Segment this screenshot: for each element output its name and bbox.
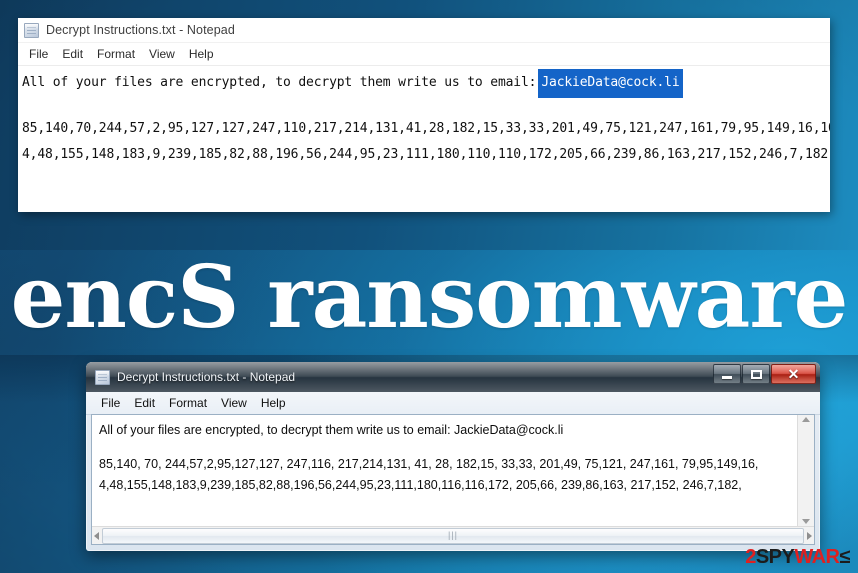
menu-item-help[interactable]: Help	[182, 45, 221, 63]
scroll-down-icon[interactable]	[802, 519, 810, 524]
notepad-icon	[24, 22, 39, 38]
top-notepad-title: Decrypt Instructions.txt - Notepad	[46, 23, 235, 37]
menu-item-help[interactable]: Help	[254, 394, 293, 412]
bottom-notepad-textarea[interactable]: All of your files are encrypted, to decr…	[92, 415, 797, 526]
vertical-scrollbar[interactable]	[797, 415, 814, 526]
contact-email-selected[interactable]: JackieData@cock.li	[538, 68, 683, 98]
page-title: encS ransomware	[10, 247, 849, 348]
close-button[interactable]: ✕	[771, 364, 816, 384]
scroll-left-icon[interactable]	[94, 531, 99, 540]
menu-item-format[interactable]: Format	[90, 45, 142, 63]
watermark-part-2: 2	[745, 546, 756, 568]
menu-item-view[interactable]: View	[214, 394, 254, 412]
notepad-icon	[95, 369, 110, 385]
menu-item-edit[interactable]: Edit	[127, 394, 162, 412]
bottom-notepad-titlebar[interactable]: Decrypt Instructions.txt - Notepad ✕	[86, 362, 820, 392]
bottom-document-area: All of your files are encrypted, to decr…	[92, 415, 814, 526]
minimize-icon	[722, 375, 732, 379]
menu-item-edit[interactable]: Edit	[55, 45, 90, 63]
window-controls[interactable]: ✕	[712, 363, 816, 385]
scroll-right-icon[interactable]	[807, 531, 812, 540]
horizontal-scrollbar[interactable]: |||	[92, 526, 814, 544]
maximize-button[interactable]	[742, 364, 770, 384]
bottom-notepad-client: All of your files are encrypted, to decr…	[91, 414, 815, 545]
ransom-message-line: All of your files are encrypted, to decr…	[99, 423, 564, 437]
scroll-up-icon[interactable]	[802, 417, 810, 422]
top-notepad-menubar[interactable]: File Edit Format View Help	[18, 43, 830, 66]
ransom-message-text: All of your files are encrypted, to decr…	[22, 75, 537, 90]
key-data-line-1: 85,140, 70, 244,57,2,95,127,127, 247,116…	[99, 457, 759, 471]
menu-item-view[interactable]: View	[142, 45, 182, 63]
key-data-line-1: 85,140,70,244,57,2,95,127,127,247,110,21…	[22, 121, 830, 136]
top-notepad-window[interactable]: Decrypt Instructions.txt - Notepad File …	[18, 18, 830, 212]
ransom-message-line: All of your files are encrypted, to decr…	[22, 68, 830, 98]
watermark-part-e: ≤	[839, 546, 851, 568]
key-data-line-2: 4,48,155,148,183,9,239,185,82,88,196,56,…	[99, 478, 742, 492]
bottom-notepad-window[interactable]: Decrypt Instructions.txt - Notepad ✕ Fil…	[86, 362, 820, 551]
key-data-line-2: 4,48,155,148,183,9,239,185,82,88,196,56,…	[22, 147, 830, 162]
menu-item-file[interactable]: File	[22, 45, 55, 63]
watermark-part-war: WAR	[794, 546, 840, 568]
top-notepad-titlebar[interactable]: Decrypt Instructions.txt - Notepad	[18, 18, 830, 43]
site-watermark: 2SPYWAR≤	[745, 547, 850, 567]
menu-item-format[interactable]: Format	[162, 394, 214, 412]
minimize-button[interactable]	[713, 364, 741, 384]
maximize-icon	[750, 369, 762, 379]
bottom-notepad-menubar[interactable]: File Edit Format View Help	[86, 392, 820, 415]
menu-item-file[interactable]: File	[94, 394, 127, 412]
bottom-notepad-title: Decrypt Instructions.txt - Notepad	[117, 370, 296, 384]
top-notepad-textarea[interactable]: All of your files are encrypted, to decr…	[18, 66, 830, 212]
horizontal-scroll-thumb[interactable]: |||	[102, 527, 804, 544]
scroll-grip-icon: |||	[447, 530, 458, 540]
close-icon: ✕	[787, 366, 800, 382]
watermark-part-spy: SPY	[755, 546, 795, 568]
